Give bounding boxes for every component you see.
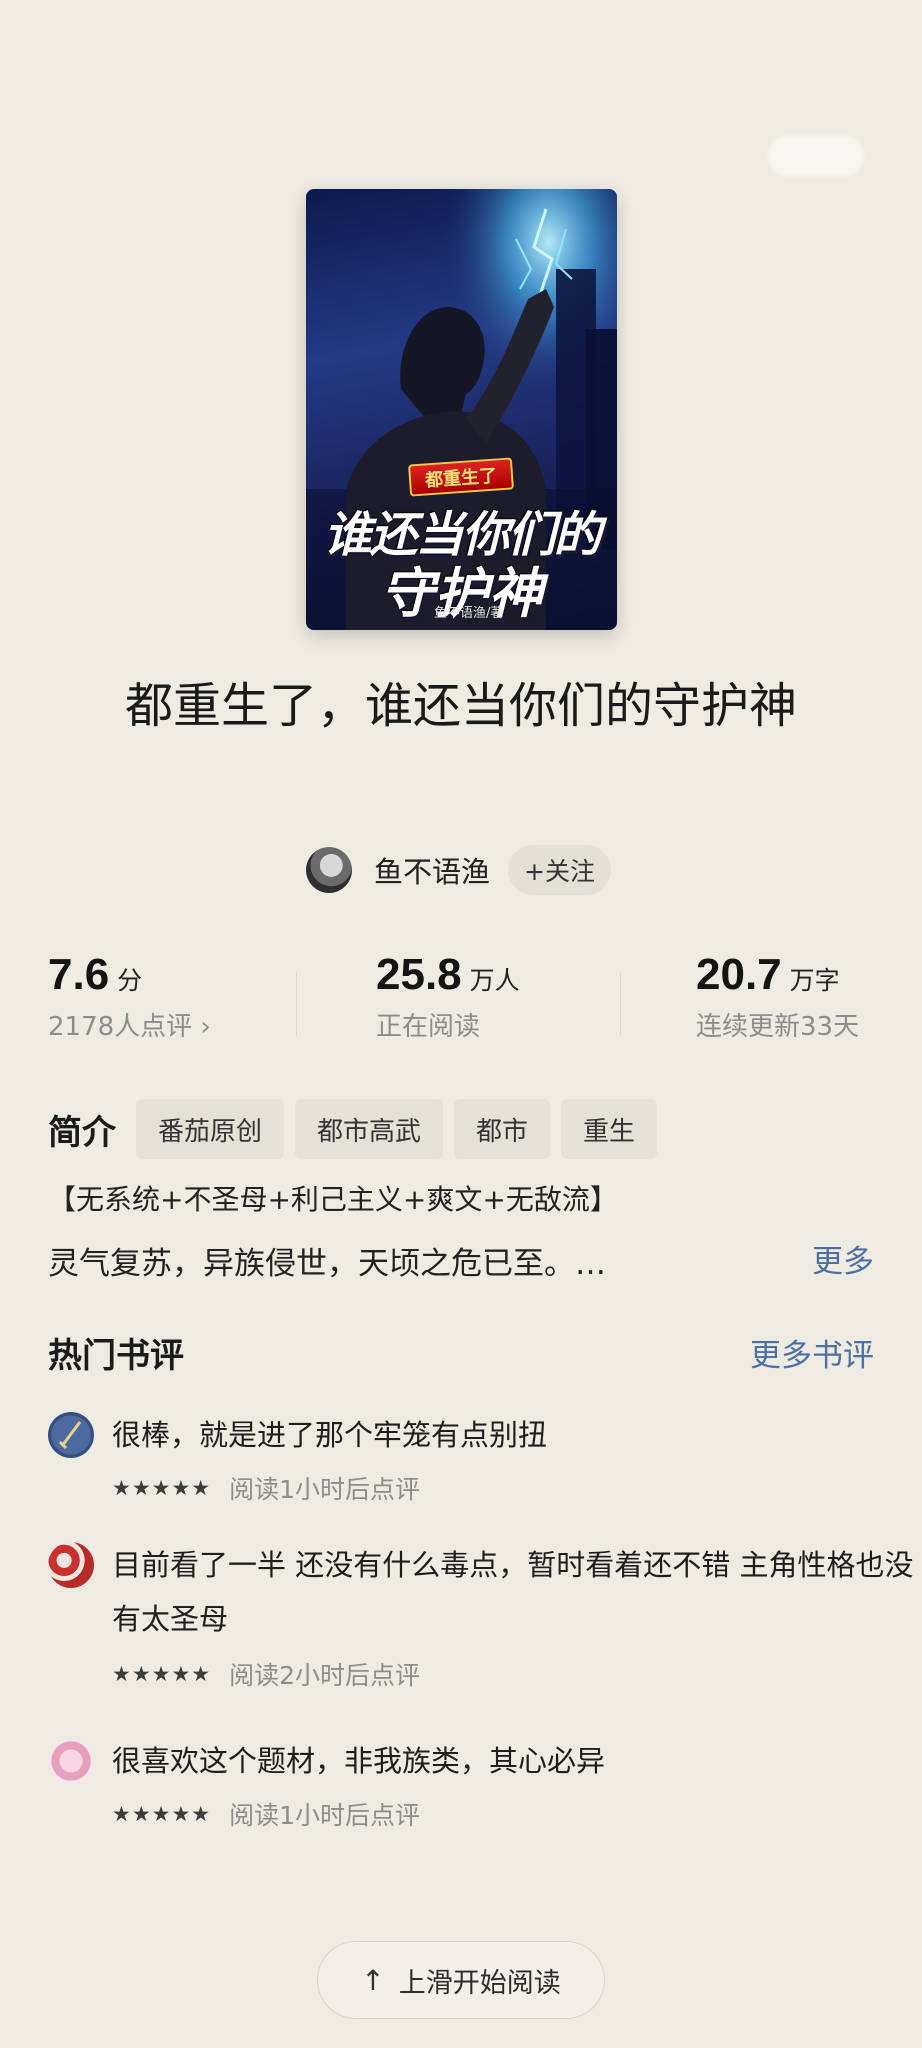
- rating-unit: 分: [117, 966, 143, 995]
- book-title: 都重生了，谁还当你们的守护神: [124, 678, 797, 734]
- intro-keywords: 【无系统+不圣母+利己主义+爽文+无敌流】: [48, 1183, 618, 1216]
- star-rating: ★★★★★: [112, 1802, 212, 1826]
- review-meta: ★★★★★ 阅读2小时后点评: [112, 1656, 420, 1692]
- review-meta: ★★★★★ 阅读1小时后点评: [112, 1470, 420, 1506]
- review-text: 目前看了一半 还没有什么毒点，暂时看着还不错 主角性格也没有太圣母: [112, 1548, 914, 1636]
- swipe-to-read-button[interactable]: ↑ 上滑开始阅读: [317, 1941, 605, 2019]
- update-streak: 连续更新33天: [696, 1012, 860, 1042]
- stat-rating[interactable]: 7.6 分 2178人点评 ›: [48, 950, 211, 1043]
- author-name[interactable]: 鱼不语渔: [374, 849, 490, 891]
- tag-urban[interactable]: 都市: [454, 1099, 551, 1159]
- words-unit: 万字: [789, 966, 840, 995]
- cover-author-tag: 鱼不语渔/著: [434, 606, 504, 621]
- tag-fanqie-original[interactable]: 番茄原创: [136, 1099, 285, 1159]
- intro-more-link[interactable]: 更多: [812, 1236, 874, 1281]
- stat-divider: [296, 972, 297, 1036]
- rating-count: 2178人点评 ›: [48, 1012, 211, 1042]
- tag-urban-martial[interactable]: 都市高武: [295, 1099, 444, 1159]
- arrow-up-icon: ↑: [361, 1963, 385, 1997]
- swipe-label: 上滑开始阅读: [398, 1967, 561, 1999]
- review-text: 很棒，就是进了那个牢笼有点别扭: [112, 1418, 548, 1452]
- pink-flower-avatar-icon[interactable]: [48, 1738, 94, 1784]
- review-text: 很喜欢这个题材，非我族类，其心必异: [112, 1744, 606, 1778]
- red-pattern-avatar-icon[interactable]: [48, 1542, 94, 1588]
- rating-value: 7.6: [48, 950, 110, 999]
- author-avatar[interactable]: [306, 847, 352, 893]
- author-row: 鱼不语渔 +关注: [306, 844, 611, 896]
- stat-divider: [620, 972, 621, 1036]
- review-item[interactable]: 很喜欢这个题材，非我族类，其心必异 ★★★★★ 阅读1小时后点评: [48, 1734, 878, 1834]
- stat-readers: 25.8 万人 正在阅读: [376, 950, 520, 1043]
- star-rating: ★★★★★: [112, 1476, 212, 1500]
- readers-value: 25.8: [376, 950, 462, 999]
- words-value: 20.7: [696, 950, 782, 999]
- more-reviews-link[interactable]: 更多书评: [750, 1330, 874, 1375]
- follow-button[interactable]: +关注: [508, 845, 611, 895]
- intro-tags-row: 简介 番茄原创 都市高武 都市 重生: [48, 1098, 668, 1160]
- readers-unit: 万人: [469, 966, 520, 995]
- review-time: 阅读2小时后点评: [229, 1661, 421, 1690]
- tag-rebirth[interactable]: 重生: [561, 1099, 658, 1159]
- stat-words: 20.7 万字 连续更新33天: [696, 950, 859, 1043]
- sword-avatar-icon[interactable]: [48, 1412, 94, 1458]
- review-time: 阅读1小时后点评: [229, 1475, 421, 1504]
- intro-summary[interactable]: 灵气复苏，异族侵世，天顷之危已至。…: [48, 1238, 606, 1283]
- intro-label: 简介: [48, 1112, 116, 1153]
- star-rating: ★★★★★: [112, 1662, 212, 1686]
- review-item[interactable]: 很棒，就是进了那个牢笼有点别扭 ★★★★★ 阅读1小时后点评: [48, 1408, 878, 1508]
- top-right-pill[interactable]: [768, 136, 864, 176]
- readers-label: 正在阅读: [376, 1012, 481, 1042]
- review-item[interactable]: 目前看了一半 还没有什么毒点，暂时看着还不错 主角性格也没有太圣母 ★★★★★ …: [48, 1538, 913, 1690]
- book-cover[interactable]: 都重生了 谁还当你们的 守护神 鱼不语渔/著: [306, 189, 617, 630]
- review-time: 阅读1小时后点评: [229, 1801, 421, 1830]
- review-meta: ★★★★★ 阅读1小时后点评: [112, 1796, 420, 1832]
- stats-row: 7.6 分 2178人点评 › 25.8 万人 正在阅读 20.7 万字 连续更…: [0, 950, 922, 1070]
- hot-reviews-title: 热门书评: [48, 1336, 184, 1376]
